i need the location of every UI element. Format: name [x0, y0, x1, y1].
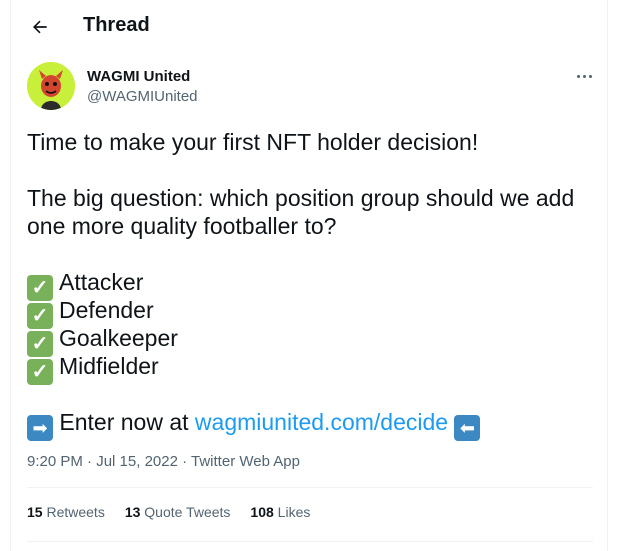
tweet-stats: 15 Retweets 13 Quote Tweets 108 Likes — [27, 504, 310, 520]
avatar[interactable] — [27, 62, 75, 110]
enter-prefix: Enter now at — [59, 409, 195, 435]
likes-stat[interactable]: 108 Likes — [250, 504, 310, 520]
tweet-date[interactable]: Jul 15, 2022 — [96, 453, 178, 470]
left-arrow-icon: ⬅ — [454, 415, 481, 441]
thread-header: Thread — [11, 0, 609, 53]
position-item: ✓ Midfielder — [27, 352, 597, 385]
tweet-text: Time to make your first NFT holder decis… — [27, 128, 597, 441]
position-item: ✓ Attacker — [27, 268, 597, 301]
tweet-time[interactable]: 9:20 PM — [27, 453, 83, 470]
enter-line: ➡ Enter now at wagmiunited.com/decide ⬅ — [27, 408, 597, 441]
decide-link[interactable]: wagmiunited.com/decide — [195, 409, 448, 435]
position-label: Attacker — [59, 269, 144, 295]
quote-tweets-stat[interactable]: 13 Quote Tweets — [125, 504, 231, 520]
author-display-name[interactable]: WAGMI United — [87, 67, 198, 87]
position-label: Defender — [59, 297, 154, 323]
tweet-source[interactable]: Twitter Web App — [191, 453, 300, 470]
page-title: Thread — [83, 14, 150, 36]
back-arrow-icon[interactable] — [29, 16, 51, 38]
retweets-stat[interactable]: 15 Retweets — [27, 504, 105, 520]
divider — [27, 487, 593, 488]
divider — [27, 541, 593, 542]
check-mark-icon: ✓ — [27, 359, 53, 385]
tweet-author: WAGMI United @WAGMIUnited — [27, 62, 198, 110]
position-label: Goalkeeper — [59, 325, 178, 351]
thread-panel: Thread WAGMI United @WAGMIUnited Time to… — [10, 0, 608, 551]
more-icon[interactable] — [573, 68, 595, 84]
position-item: ✓ Defender — [27, 296, 597, 329]
tweet-line: Time to make your first NFT holder decis… — [27, 129, 479, 155]
tweet-line: The big question: which position group s… — [27, 185, 575, 211]
tweet-meta: 9:20 PM · Jul 15, 2022 · Twitter Web App — [27, 453, 300, 470]
right-arrow-icon: ➡ — [27, 415, 53, 441]
author-handle[interactable]: @WAGMIUnited — [87, 87, 198, 107]
position-item: ✓ Goalkeeper — [27, 324, 597, 357]
tweet-line: one more quality footballer to? — [27, 213, 337, 239]
position-label: Midfielder — [59, 353, 159, 379]
